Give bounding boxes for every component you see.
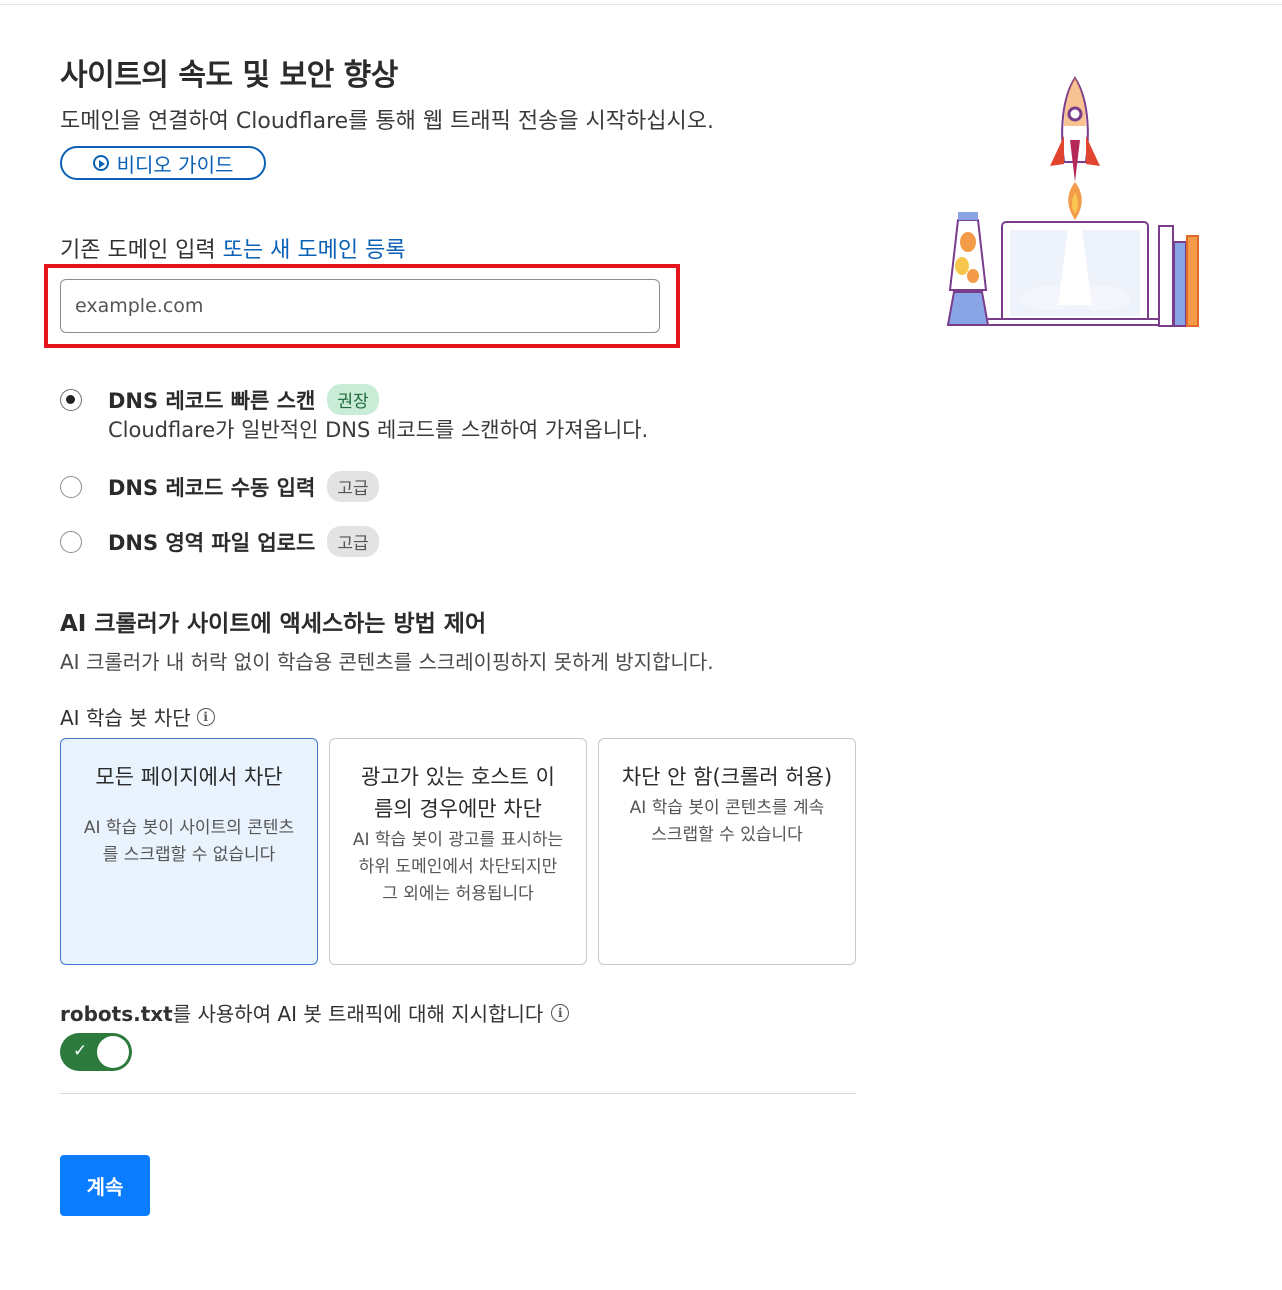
dns-option-label: DNS 레코드 수동 입력 (108, 475, 316, 500)
card-description: AI 학습 봇이 콘텐츠를 계속 스크랩할 수 있습니다 (629, 798, 825, 845)
robots-suffix: 를 사용하여 AI 봇 트래픽에 대해 지시합니다 (172, 1002, 544, 1026)
check-icon: ✓ (73, 1041, 88, 1061)
domain-input[interactable] (60, 279, 660, 333)
domain-label-text: 기존 도메인 입력 (60, 238, 216, 263)
ai-block-label: AI 학습 봇 차단 i (60, 702, 215, 731)
card-title: 광고가 있는 호스트 이름의 경우에만 차단 (361, 765, 555, 821)
block-option-ad-hosts[interactable]: 광고가 있는 호스트 이름의 경우에만 차단 AI 학습 봇이 광고를 표시하는… (329, 738, 587, 965)
dns-option-label: DNS 레코드 빠른 스캔 (108, 388, 316, 413)
dns-option-description: Cloudflare가 일반적인 DNS 레코드를 스캔하여 가져옵니다. (108, 418, 649, 442)
block-option-none[interactable]: 차단 안 함(크롤러 허용) AI 학습 봇이 콘텐츠를 계속 스크랩할 수 있… (598, 738, 856, 965)
ai-section-description: AI 크롤러가 내 허락 없이 학습용 콘텐츠를 스크레이핑하지 못하게 방지합… (60, 650, 714, 674)
recommended-badge: 권장 (327, 384, 379, 415)
ai-block-label-text: AI 학습 봇 차단 (60, 706, 191, 730)
dns-option-upload[interactable]: DNS 영역 파일 업로드 고급 (60, 526, 379, 557)
info-icon[interactable]: i (196, 707, 215, 726)
radio-upload[interactable] (60, 530, 82, 553)
domain-label: 기존 도메인 입력 또는 새 도메인 등록 (60, 232, 406, 264)
robots-prefix: robots.txt (60, 1002, 173, 1026)
page-title: 사이트의 속도 및 보안 향상 (60, 58, 398, 93)
register-domain-link[interactable]: 또는 새 도메인 등록 (223, 238, 406, 263)
radio-manual[interactable] (60, 475, 82, 498)
block-option-all-pages[interactable]: 모든 페이지에서 차단 AI 학습 봇이 사이트의 콘텐츠를 스크랩할 수 없습… (60, 738, 318, 965)
section-divider (60, 1093, 856, 1094)
play-circle-icon (92, 155, 109, 171)
video-guide-label: 비디오 가이드 (116, 152, 234, 177)
video-guide-button[interactable]: 비디오 가이드 (60, 146, 266, 180)
rocket-laptop-illustration (946, 76, 1199, 327)
card-description: AI 학습 봇이 광고를 표시하는 하위 도메인에서 차단되지만 그 외에는 허… (352, 830, 564, 904)
robots-toggle[interactable]: ✓ (60, 1033, 132, 1071)
advanced-badge: 고급 (327, 526, 379, 557)
card-title: 차단 안 함(크롤러 허용) (621, 765, 833, 789)
radio-quick-scan[interactable] (60, 388, 82, 411)
dns-option-label: DNS 영역 파일 업로드 (108, 530, 316, 555)
dns-option-manual[interactable]: DNS 레코드 수동 입력 고급 (60, 471, 379, 502)
toggle-knob (97, 1036, 129, 1068)
info-icon[interactable]: i (551, 1003, 570, 1022)
top-border (0, 4, 1282, 5)
page-subtitle: 도메인을 연결하여 Cloudflare를 통해 웹 트래픽 전송을 시작하십시… (60, 109, 714, 134)
ai-section-title: AI 크롤러가 사이트에 액세스하는 방법 제어 (60, 611, 487, 637)
card-title: 모든 페이지에서 차단 (95, 765, 283, 789)
robots-label-text: robots.txt를 사용하여 AI 봇 트래픽에 대해 지시합니다 (60, 998, 543, 1027)
continue-button[interactable]: 계속 (60, 1155, 150, 1216)
robots-label: robots.txt를 사용하여 AI 봇 트래픽에 대해 지시합니다 i (60, 998, 570, 1027)
dns-option-quick-scan[interactable]: DNS 레코드 빠른 스캔 권장 (60, 384, 379, 415)
advanced-badge: 고급 (327, 471, 379, 502)
card-description: AI 학습 봇이 사이트의 콘텐츠를 스크랩할 수 없습니다 (83, 818, 295, 865)
